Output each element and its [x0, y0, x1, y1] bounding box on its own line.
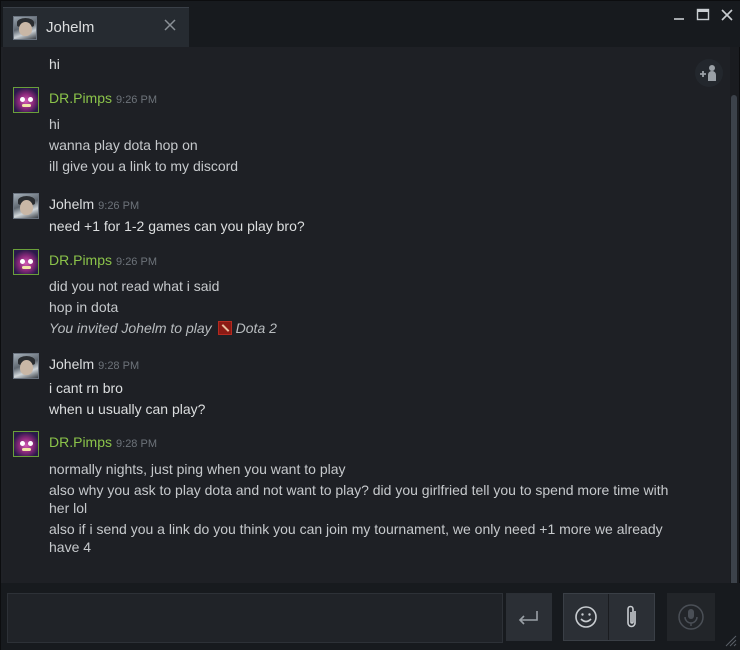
message-text: hop in dota — [49, 299, 119, 315]
message-text: hi — [49, 56, 60, 72]
johelm-avatar[interactable] — [13, 353, 39, 379]
message-text: did you not read what i said — [49, 278, 220, 294]
resize-grip-icon[interactable] — [723, 633, 737, 647]
send-button[interactable] — [506, 593, 552, 641]
sender-name[interactable]: DR.Pimps 9:26 PM — [49, 252, 157, 268]
sender-name[interactable]: DR.Pimps 9:28 PM — [49, 434, 157, 450]
game-name[interactable]: Dota 2 — [236, 320, 277, 336]
timestamp: 9:26 PM — [98, 200, 140, 212]
title-bar: Johelm — [1, 1, 740, 47]
chat-history[interactable]: hi DR.Pimps 9:26 PM hi wanna play dota ho… — [3, 47, 730, 583]
message-text: ill give you a link to my discord — [49, 158, 239, 174]
chat-scrollbar[interactable] — [730, 47, 739, 625]
composer-bar — [1, 583, 740, 650]
chat-tab-johelm[interactable]: Johelm — [3, 7, 189, 47]
invite-friend-icon[interactable] — [695, 59, 723, 87]
message-text: normally nights, just ping when you want… — [49, 461, 346, 477]
scroll-thumb[interactable] — [731, 95, 737, 625]
close-icon[interactable] — [163, 18, 177, 32]
message-text: also if i send you a link do you think y… — [49, 521, 663, 555]
attach-button[interactable] — [609, 594, 654, 640]
composer-tools — [563, 593, 655, 641]
message-text: hi — [49, 116, 60, 132]
game-invite-text: You invited Johelm to play Dota 2 — [49, 320, 277, 336]
window-close-icon[interactable] — [719, 7, 735, 23]
drpimps-avatar[interactable] — [13, 431, 39, 457]
minimize-icon[interactable] — [671, 7, 687, 23]
maximize-icon[interactable] — [695, 7, 711, 23]
timestamp: 9:28 PM — [116, 438, 157, 450]
drpimps-avatar[interactable] — [13, 249, 39, 275]
sender-name[interactable]: DR.Pimps 9:26 PM — [49, 90, 157, 106]
message-text: wanna play dota hop on — [49, 137, 198, 153]
johelm-avatar[interactable] — [13, 193, 39, 219]
message-text: need +1 for 1-2 games can you play bro? — [49, 218, 305, 234]
microphone-icon — [678, 604, 704, 630]
message-text: i cant rn bro — [49, 380, 123, 396]
message-text: also why you ask to play dota and not wa… — [49, 482, 669, 516]
smiley-icon — [575, 606, 597, 628]
tab-title: Johelm — [46, 19, 95, 36]
voice-chat-button[interactable] — [667, 593, 715, 641]
chat-window: Johelm hi DR.Pimps 9:26 PM hi wanna play… — [0, 0, 740, 650]
enter-icon — [518, 611, 538, 625]
emoticon-button[interactable] — [564, 594, 609, 640]
timestamp: 9:26 PM — [116, 94, 157, 106]
johelm-avatar — [13, 15, 37, 40]
paperclip-icon — [626, 605, 636, 628]
timestamp: 9:28 PM — [98, 360, 140, 372]
drpimps-avatar[interactable] — [13, 87, 39, 113]
message-text: when u usually can play? — [49, 401, 206, 417]
sender-name[interactable]: Johelm 9:28 PM — [49, 356, 139, 372]
timestamp: 9:26 PM — [116, 256, 157, 268]
message-input[interactable] — [7, 593, 503, 643]
sender-name[interactable]: Johelm 9:26 PM — [49, 196, 139, 212]
dota2-icon — [217, 321, 232, 335]
